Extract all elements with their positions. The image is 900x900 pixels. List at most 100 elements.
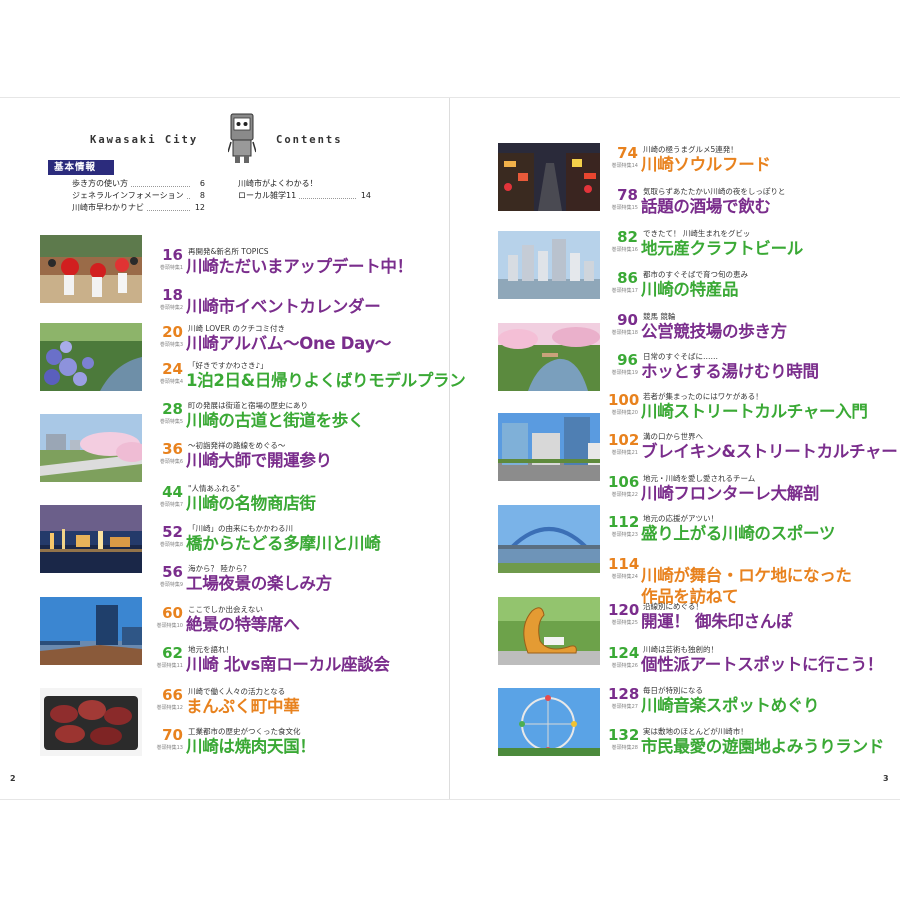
leader-dots [299, 193, 356, 199]
entry-title: 地元産クラフトビール [641, 239, 804, 258]
entry-title: 川崎フロンターレ大解剖 [641, 484, 820, 503]
contents-entry[interactable]: 106 巻頭特集22 地元・川崎を愛し愛されるチーム 川崎フロンターレ大解剖 [608, 474, 898, 514]
entry-title: 個性派アートスポットに行こう！ [641, 655, 884, 674]
entry-title: 絶景の特等席へ [186, 615, 300, 634]
contents-entry[interactable]: 100 巻頭特集20 若者が集まったのにはワケがある！ 川崎ストリートカルチャー入門 [608, 392, 898, 432]
festival-photo [40, 235, 142, 303]
entry-kicker: "人情あふれる" [188, 484, 240, 493]
entry-page-number: 114 [608, 555, 640, 573]
contents-entry[interactable]: 132 巻頭特集28 実は敷地のほとんどが川崎市！ 市民最愛の遊園地よみうりランド [608, 727, 898, 767]
contents-entry[interactable]: 28 巻頭特集5 町の発展は街道と宿場の歴史にあり 川崎の古道と街道を歩く [153, 401, 443, 441]
contents-entry[interactable]: 20 巻頭特集3 川崎 LOVER のクチコミ付き 川崎アルバム〜One Day〜 [153, 324, 443, 364]
entry-kicker: 日常のすぐそばに…… [643, 352, 718, 361]
basic-info-page: 6 [199, 179, 205, 188]
page-number-right: 3 [883, 774, 889, 783]
entry-kicker: 「川崎」の由来にもかかわる川 [188, 524, 293, 533]
entry-kicker: 都市のすぐそばで育つ旬の恵み [643, 270, 748, 279]
entry-feature-tag: 巻頭特集11 [156, 663, 183, 669]
entry-feature-tag: 巻頭特集10 [156, 623, 183, 629]
entry-kicker: 地元・川崎を愛し愛されるチーム [643, 474, 756, 483]
entry-title: 工場夜景の楽しみ方 [186, 574, 332, 593]
entry-feature-tag: 巻頭特集18 [611, 330, 638, 336]
contents-entry[interactable]: 36 巻頭特集6 〜初詣発祥の路線をめぐる〜 川崎大師で開運参り [153, 441, 443, 481]
izakaya-alley-photo [498, 143, 600, 211]
entry-kicker: 川崎 LOVER のクチコミ付き [188, 324, 286, 333]
entry-feature-tag: 巻頭特集2 [159, 305, 183, 311]
entry-feature-tag: 巻頭特集25 [611, 620, 638, 626]
entry-kicker: 「好きですかわさき♪」 [188, 361, 268, 370]
entry-kicker: 再開発&新名所 TOPICS [188, 247, 269, 256]
entry-kicker: 気取らずあたたかい川崎の夜をしっぽりと [643, 187, 786, 196]
entry-kicker: 若者が集まったのにはワケがある！ [643, 392, 763, 401]
entry-title: 1泊2日&日帰りよくばりモデルプラン [186, 371, 466, 390]
contents-entry[interactable]: 56 巻頭特集9 海から？ 陸から？ 工場夜景の楽しみ方 [153, 564, 443, 604]
entry-feature-tag: 巻頭特集9 [159, 582, 183, 588]
contents-entry[interactable]: 86 巻頭特集17 都市のすぐそばで育つ旬の恵み 川崎の特産品 [608, 270, 898, 310]
entry-title: 川崎ソウルフード [641, 155, 771, 174]
entry-title: 川崎アルバム〜One Day〜 [186, 334, 392, 353]
entry-kicker: 毎日が特別になる [643, 686, 703, 695]
contents-entry[interactable]: 44 巻頭特集7 "人情あふれる" 川崎の名物商店街 [153, 484, 443, 524]
entry-feature-tag: 巻頭特集16 [611, 247, 638, 253]
entry-kicker: 競馬 競輪 [643, 312, 676, 321]
contents-entry[interactable]: 128 巻頭特集27 毎日が特別になる 川崎音楽スポットめぐり [608, 686, 898, 726]
entry-feature-tag: 巻頭特集24 [611, 574, 638, 580]
contents-entry[interactable]: 78 巻頭特集15 気取らずあたたかい川崎の夜をしっぽりと 話題の酒場で飲む [608, 187, 898, 227]
contents-entry[interactable]: 90 巻頭特集18 競馬 競輪 公営競技場の歩き方 [608, 312, 898, 352]
entry-title: 開運！ 御朱印さんぽ [641, 612, 793, 631]
contents-entry[interactable]: 60 巻頭特集10 ここでしか出会えない 絶景の特等席へ [153, 605, 443, 645]
contents-entry[interactable]: 120 巻頭特集25 沿線別にめぐる！ 開運！ 御朱印さんぽ [608, 602, 898, 642]
entry-page-number: 56 [162, 563, 183, 581]
entry-page-number: 78 [617, 186, 638, 204]
contents-entry[interactable]: 82 巻頭特集16 できたて！ 川崎生まれをグビッ 地元産クラフトビール [608, 229, 898, 269]
header-city: Kawasaki City [90, 134, 199, 146]
entry-feature-tag: 巻頭特集23 [611, 532, 638, 538]
contents-entry[interactable]: 74 巻頭特集14 川崎の極うまグルメ5連発！ 川崎ソウルフード [608, 145, 898, 185]
station-plaza-photo [498, 413, 600, 481]
contents-entry[interactable]: 66 巻頭特集12 川崎で働く人々の活力となる まんぷく町中華 [153, 687, 443, 727]
entry-kicker: 川崎の極うまグルメ5連発！ [643, 145, 738, 154]
hydrangea-photo [40, 323, 142, 391]
entry-kicker: 川崎で働く人々の活力となる [188, 687, 286, 696]
contents-entry[interactable]: 114 巻頭特集24 川崎が舞台・ロケ地になった 作品を訪ねて [608, 555, 898, 607]
contents-entry[interactable]: 96 巻頭特集19 日常のすぐそばに…… ホッとする湯けむり時間 [608, 352, 898, 392]
basic-info-row: ローカル雑学11 14 [238, 190, 371, 202]
basic-info-label-text: 川崎市早わかりナビ [72, 203, 144, 212]
contents-entry[interactable]: 70 巻頭特集13 工業都市の歴史がつくった食文化 川崎は焼肉天国！ [153, 727, 443, 767]
basic-info-label-text: 歩き方の使い方 [72, 179, 128, 188]
contents-entry[interactable]: 62 巻頭特集11 地元を語れ！ 川崎 北vs南ローカル座談会 [153, 645, 443, 685]
leader-dots [147, 205, 190, 211]
yakiniku-photo [40, 688, 142, 756]
entry-title: 川崎大師で開運参り [186, 451, 332, 470]
contents-entry[interactable]: 24 巻頭特集4 「好きですかわさき♪」 1泊2日&日帰りよくばりモデルプラン [153, 361, 466, 401]
entry-page-number: 120 [608, 601, 640, 619]
entry-title: 公営競技場の歩き方 [641, 322, 787, 341]
entry-page-number: 20 [162, 323, 183, 341]
entry-feature-tag: 巻頭特集22 [611, 492, 638, 498]
entry-page-number: 102 [608, 431, 640, 449]
entry-kicker: 沿線別にめぐる！ [643, 602, 703, 611]
contents-entry[interactable]: 16 巻頭特集1 再開発&新名所 TOPICS 川崎ただいまアップデート中！ [153, 247, 443, 287]
tower-park-photo [40, 597, 142, 665]
entry-kicker: 地元を語れ！ [188, 645, 233, 654]
entry-title: 川崎の名物商店街 [186, 494, 316, 513]
entry-title: ブレイキン&ストリートカルチャー [641, 442, 898, 461]
entry-feature-tag: 巻頭特集3 [159, 342, 183, 348]
entry-title: 川崎ストリートカルチャー入門 [641, 402, 868, 421]
entry-kicker: できたて！ 川崎生まれをグビッ [643, 229, 751, 238]
entry-page-number: 74 [617, 144, 638, 162]
entry-page-number: 44 [162, 483, 183, 501]
contents-entry[interactable]: 102 巻頭特集21 溝の口から世界へ ブレイキン&ストリートカルチャー [608, 432, 898, 472]
entry-title: 市民最愛の遊園地よみうりランド [641, 737, 885, 756]
page-gutter [449, 98, 450, 799]
contents-entry[interactable]: 124 巻頭特集26 川崎は芸術も独創的！ 個性派アートスポットに行こう！ [608, 645, 898, 685]
contents-entry[interactable]: 112 巻頭特集23 地元の応援がアツい！ 盛り上がる川崎のスポーツ [608, 514, 898, 554]
cherry-river-photo [40, 414, 142, 482]
basic-info-row: 川崎市早わかりナビ 12 [72, 202, 205, 214]
entry-page-number: 60 [162, 604, 183, 622]
entry-kicker: 実は敷地のほとんどが川崎市！ [643, 727, 748, 736]
contents-entry[interactable]: 52 巻頭特集8 「川崎」の由来にもかかわる川 橋からたどる多摩川と川崎 [153, 524, 443, 564]
entry-feature-tag: 巻頭特集6 [159, 459, 183, 465]
contents-entry[interactable]: 18 巻頭特集2 川崎市イベントカレンダー [153, 287, 443, 327]
entry-feature-tag: 巻頭特集21 [611, 450, 638, 456]
